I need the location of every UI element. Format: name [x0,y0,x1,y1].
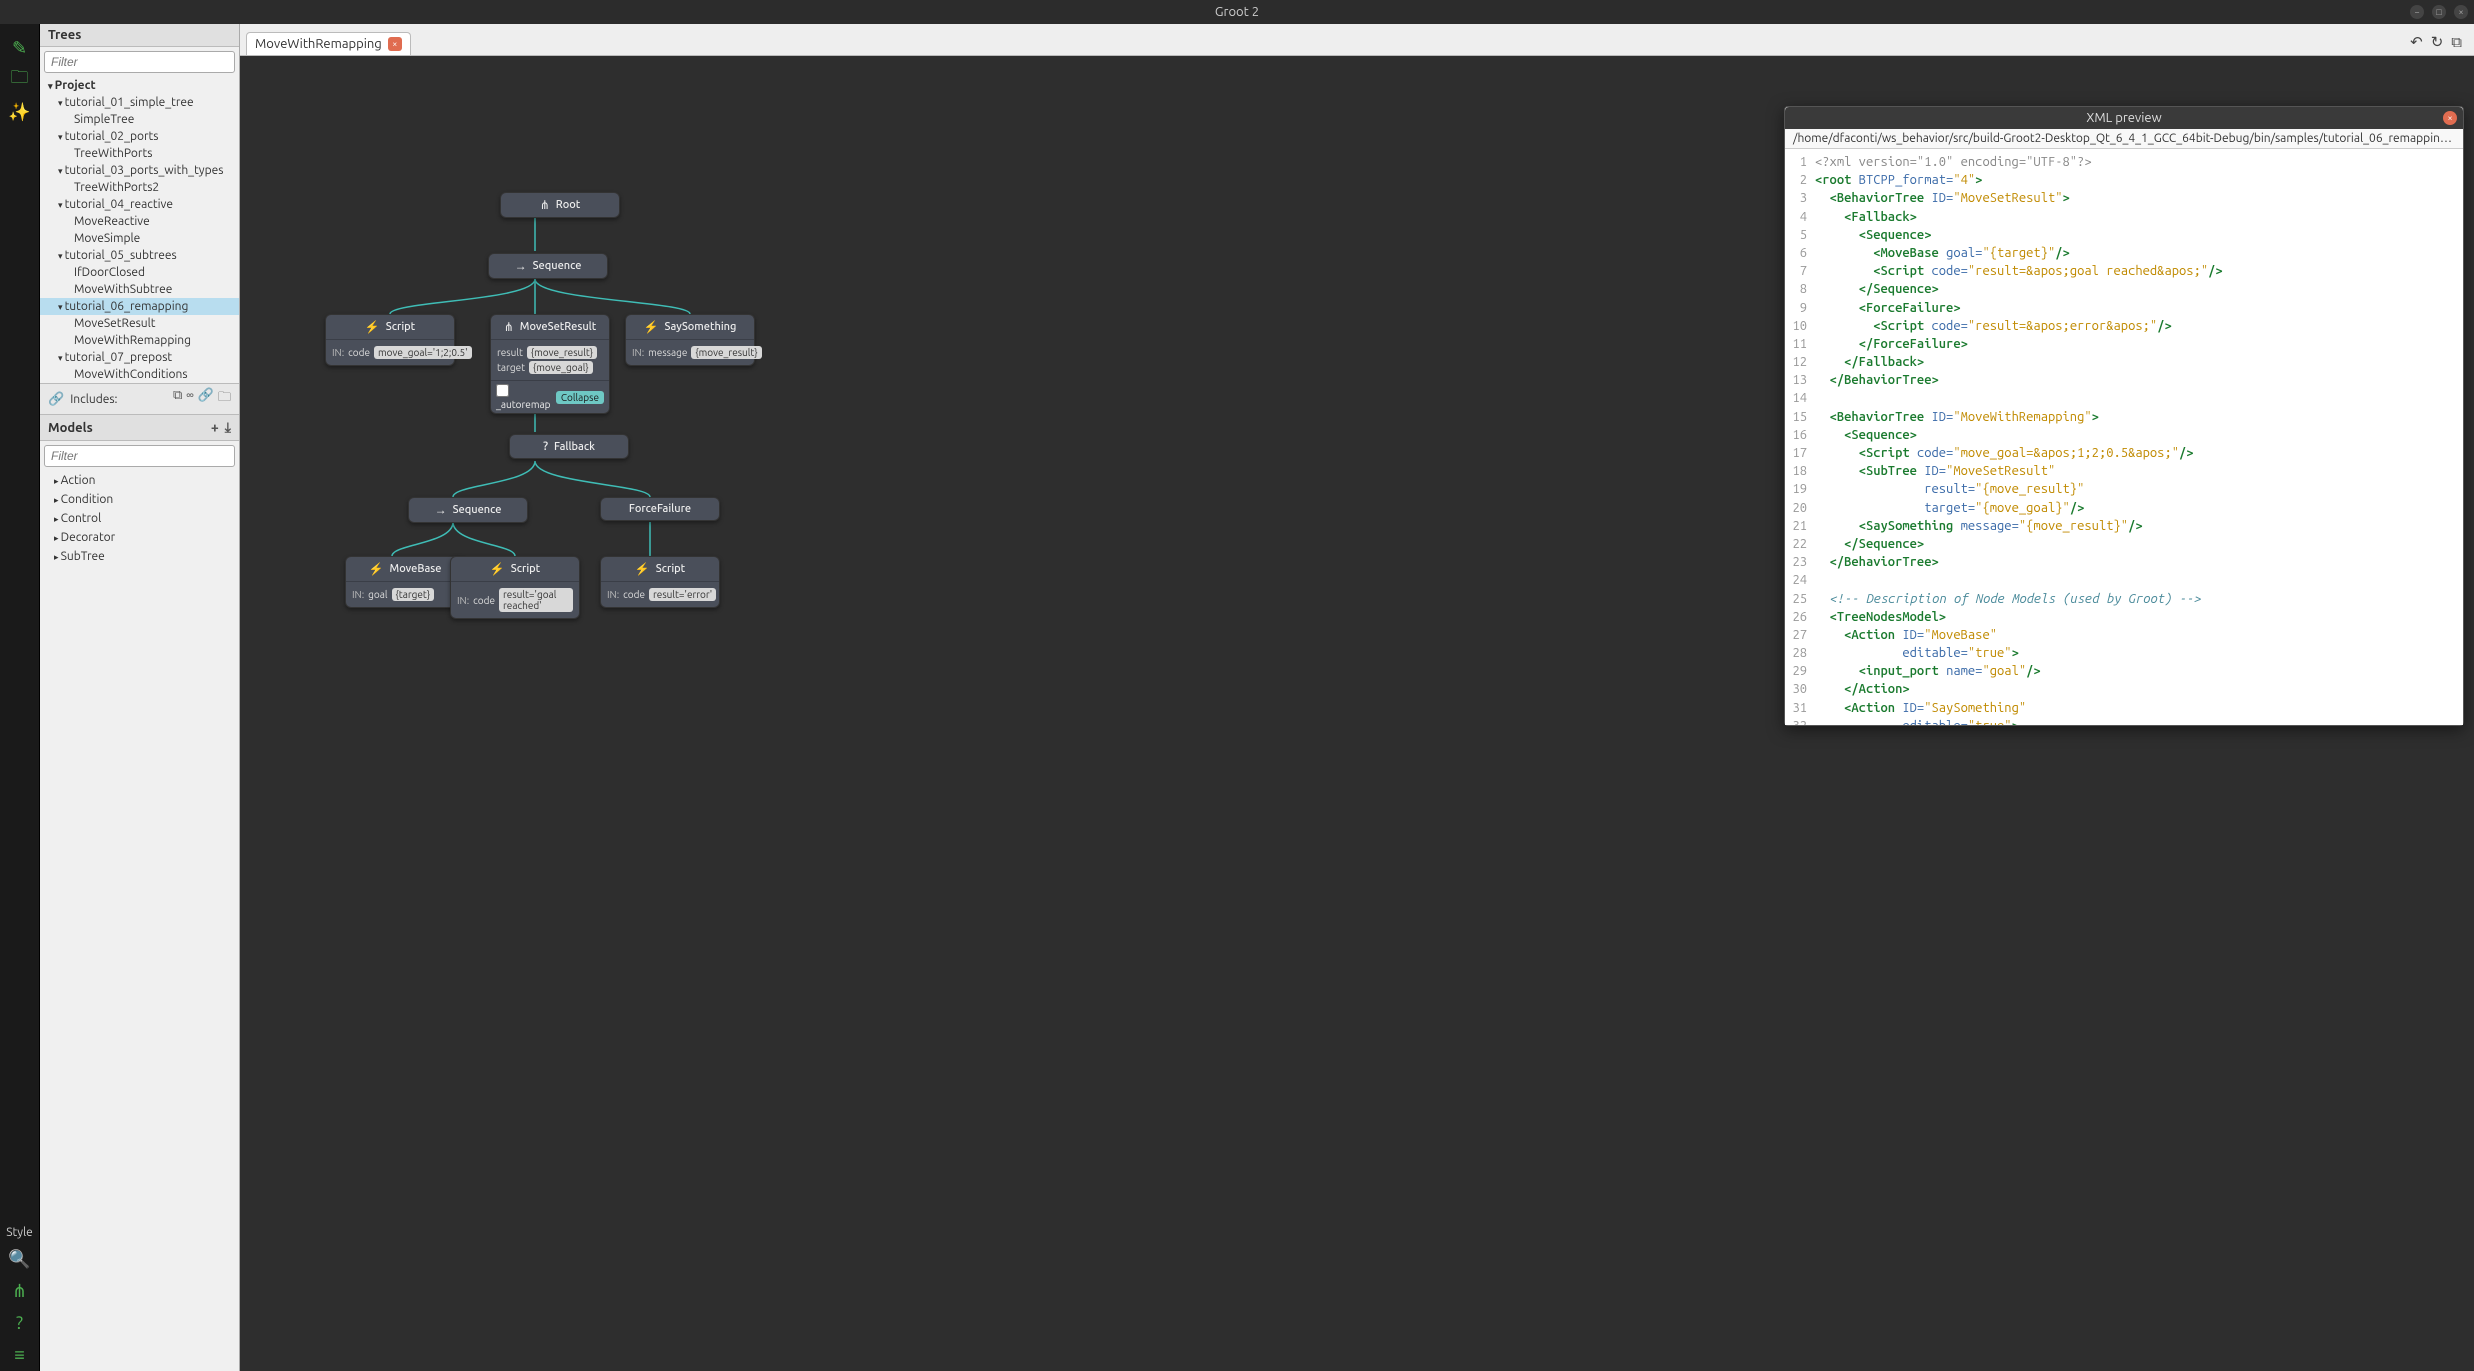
tree-leaf[interactable]: IfDoorClosed [40,264,239,281]
main-area: MoveWithRemapping × ↶ ↻ ⧉ [240,24,2474,1371]
bolt-icon: ⚡ [490,562,505,576]
tree-leaf[interactable]: TreeWithPorts2 [40,179,239,196]
link-icon: 🔗 [48,392,64,407]
tree-folder[interactable]: tutorial_04_reactive [40,196,239,213]
tab-close-icon[interactable]: × [388,37,402,51]
model-category[interactable]: Condition [40,490,239,509]
question-icon: ? [543,440,548,453]
tree-glyph-icon: ⋔ [540,198,550,212]
wand-icon[interactable]: ✨ [4,98,36,126]
tree-leaf[interactable]: MoveSetResult [40,315,239,332]
node-script-3[interactable]: ⚡Script IN: code result='error' [600,556,720,608]
node-sequence-2[interactable]: →Sequence [408,497,528,523]
link2-icon[interactable]: ∞ [186,388,194,410]
tab-bar: MoveWithRemapping × ↶ ↻ ⧉ [240,24,2474,56]
folder-icon[interactable]: 🗀 [218,388,231,410]
tab-label: MoveWithRemapping [255,37,382,51]
bolt-icon: ⚡ [365,320,380,334]
trees-header: Trees [40,24,239,47]
tree-folder[interactable]: tutorial_07_prepost [40,349,239,366]
tree-leaf[interactable]: SimpleTree [40,111,239,128]
help-icon[interactable]: ? [4,1309,36,1337]
undo-icon[interactable]: ↶ [2410,33,2423,51]
bolt-icon: ⚡ [369,562,384,576]
xml-code-view[interactable]: 1<?xml version="1.0" encoding="UTF-8"?>2… [1785,149,2463,725]
bolt-icon: ⚡ [644,320,659,334]
arrow-right-icon: → [435,503,447,517]
node-script-1[interactable]: ⚡Script IN: code move_goal='1;2;0.5' [325,314,455,366]
tree-leaf[interactable]: TreeWithPorts [40,145,239,162]
node-movesetresult[interactable]: ⋔MoveSetResult result {move_result} targ… [490,314,610,414]
tab-active[interactable]: MoveWithRemapping × [246,32,411,55]
autoremap-checkbox[interactable] [496,384,509,397]
tree-leaf[interactable]: MoveReactive [40,213,239,230]
minimize-icon[interactable]: − [2410,5,2424,19]
includes-label: Includes: [70,393,117,406]
node-movebase[interactable]: ⚡MoveBase IN: goal {target} [345,556,465,608]
settings-icon[interactable]: ≡ [4,1341,36,1369]
xml-preview-titlebar[interactable]: XML preview × [1785,107,2463,129]
arrow-right-icon: → [515,259,527,273]
xml-close-icon[interactable]: × [2443,111,2457,125]
models-filter-input[interactable] [44,445,235,467]
style-label[interactable]: Style [6,1226,33,1239]
node-root[interactable]: ⋔Root [500,192,620,218]
tree-folder[interactable]: tutorial_01_simple_tree [40,94,239,111]
tree-folder[interactable]: tutorial_06_remapping [40,298,239,315]
left-panel: Trees Project tutorial_01_simple_treeSim… [40,24,240,1371]
tree-folder[interactable]: tutorial_05_subtrees [40,247,239,264]
tree-icon[interactable]: ⋔ [4,1277,36,1305]
external-link-icon[interactable]: ⧉ [173,388,182,410]
close-icon[interactable]: × [2454,5,2468,19]
graph-canvas[interactable]: ⋔Root →Sequence ⚡Script IN: code move_go… [240,56,2474,1371]
link3-icon[interactable]: 🔗 [198,388,214,410]
model-category[interactable]: Action [40,471,239,490]
includes-row: 🔗 Includes: ⧉ ∞ 🔗 🗀 [40,383,239,415]
tree-leaf[interactable]: MoveSimple [40,230,239,247]
node-sequence-1[interactable]: →Sequence [488,253,608,279]
tree-leaf[interactable]: MoveWithSubtree [40,281,239,298]
folder-open-icon[interactable]: 🗀 [4,66,36,94]
window-titlebar: Groot 2 − □ × [0,0,2474,24]
models-header: Models + ⤓ [40,415,239,441]
layout-icon[interactable]: ⧉ [2451,33,2462,51]
edit-icon[interactable]: ✎ [4,34,36,62]
tree-leaf[interactable]: MoveWithConditions [40,366,239,383]
node-script-2[interactable]: ⚡Script IN: code result='goal reached' [450,556,580,619]
project-tree[interactable]: Project tutorial_01_simple_treeSimpleTre… [40,77,239,383]
model-category[interactable]: Control [40,509,239,528]
node-fallback[interactable]: ?Fallback [509,434,629,459]
tool-rail: ✎ 🗀 ✨ Style 🔍 ⋔ ? ≡ [0,24,40,1371]
models-panel: Models + ⤓ ActionConditionControlDecorat… [40,415,239,1371]
node-forcefailure[interactable]: ForceFailure [600,497,720,521]
model-category[interactable]: SubTree [40,547,239,566]
redo-icon[interactable]: ↻ [2431,33,2444,51]
maximize-icon[interactable]: □ [2432,5,2446,19]
add-icon[interactable]: + [211,419,219,436]
model-category[interactable]: Decorator [40,528,239,547]
subtree-icon: ⋔ [504,320,514,334]
tree-folder[interactable]: tutorial_02_ports [40,128,239,145]
trees-filter-input[interactable] [44,51,235,73]
tree-leaf[interactable]: MoveWithRemapping [40,332,239,349]
tree-folder[interactable]: tutorial_03_ports_with_types [40,162,239,179]
search-icon[interactable]: 🔍 [4,1245,36,1273]
app-title: Groot 2 [1215,5,1259,19]
download-icon[interactable]: ⤓ [225,419,231,436]
bolt-icon: ⚡ [635,562,650,576]
tree-root[interactable]: Project [40,77,239,94]
node-saysomething[interactable]: ⚡SaySomething IN: message {move_result} [625,314,755,366]
collapse-button[interactable]: Collapse [556,391,604,404]
xml-file-path: /home/dfaconti/ws_behavior/src/build-Gro… [1785,129,2463,149]
xml-preview-panel[interactable]: XML preview × /home/dfaconti/ws_behavior… [1784,106,2464,726]
